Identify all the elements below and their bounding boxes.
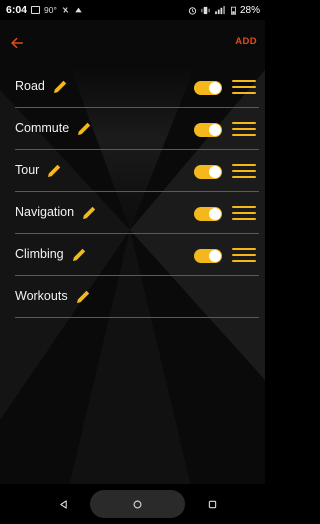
item-label: Navigation xyxy=(15,205,75,220)
drag-line xyxy=(232,164,256,166)
drag-line xyxy=(232,260,256,262)
battery-percent: 28% xyxy=(239,4,260,16)
drag-line xyxy=(232,80,256,82)
list-item-tour: Tour xyxy=(15,150,259,192)
pencil-icon[interactable] xyxy=(45,162,63,180)
circle-home-icon xyxy=(133,500,141,508)
item-label: Road xyxy=(15,79,45,94)
triangle-back-icon xyxy=(59,499,67,509)
drag-line xyxy=(232,254,256,256)
drag-line xyxy=(232,206,256,208)
mail-icon xyxy=(31,6,41,14)
pencil-icon[interactable] xyxy=(74,288,92,306)
pencil-icon[interactable] xyxy=(51,78,69,96)
status-right: 28% xyxy=(188,5,260,16)
drag-line xyxy=(232,218,256,220)
enable-toggle[interactable] xyxy=(194,207,222,221)
item-label: Commute xyxy=(15,121,70,136)
category-list: Road Commute Tour Navigation Climbing Wo… xyxy=(15,66,259,318)
drag-line xyxy=(232,176,256,178)
alarm-icon xyxy=(188,6,197,15)
weather-temp: 90° xyxy=(44,5,57,15)
drag-handle-icon[interactable] xyxy=(232,78,256,96)
enable-toggle[interactable] xyxy=(194,249,222,263)
battery-icon xyxy=(230,6,236,15)
toggle-knob xyxy=(209,250,221,262)
item-label: Climbing xyxy=(15,247,64,262)
nav-home-button[interactable] xyxy=(122,492,152,516)
list-item-road: Road xyxy=(15,66,259,108)
add-button[interactable]: ADD xyxy=(235,36,257,50)
cloud-icon xyxy=(75,7,82,13)
status-left: 6:04 90° xyxy=(6,4,83,16)
item-label: Workouts xyxy=(15,289,68,304)
system-nav-bar xyxy=(0,484,265,524)
list-item-navigation: Navigation xyxy=(15,192,259,234)
drag-line xyxy=(232,128,256,130)
app-bar: ADD xyxy=(0,20,265,66)
pencil-icon[interactable] xyxy=(75,120,93,138)
vibrate-icon xyxy=(201,6,210,14)
back-button[interactable] xyxy=(4,30,30,56)
drag-line xyxy=(232,122,256,124)
pencil-icon[interactable] xyxy=(80,204,98,222)
list-item-commute: Commute xyxy=(15,108,259,150)
status-time: 6:04 xyxy=(6,4,28,16)
drag-line xyxy=(232,212,256,214)
drag-handle-icon[interactable] xyxy=(232,162,256,180)
toggle-knob xyxy=(209,82,221,94)
drag-line xyxy=(232,86,256,88)
drag-handle-icon[interactable] xyxy=(232,246,256,264)
list-item-workouts: Workouts xyxy=(15,276,259,318)
toggle-knob xyxy=(209,208,221,220)
drag-line xyxy=(232,134,256,136)
toggle-knob xyxy=(209,166,221,178)
list-item-climbing: Climbing xyxy=(15,234,259,276)
item-label: Tour xyxy=(15,163,40,178)
drag-line xyxy=(232,170,256,172)
drag-handle-icon[interactable] xyxy=(232,204,256,222)
arrow-left-icon xyxy=(11,37,24,49)
drag-line xyxy=(232,92,256,94)
nav-back-button[interactable] xyxy=(48,492,78,516)
enable-toggle[interactable] xyxy=(194,165,222,179)
signal-icon xyxy=(215,5,225,14)
app-screen: 6:04 90° 28% ADD Road Commute Tour Navig… xyxy=(0,0,265,524)
drag-handle-icon[interactable] xyxy=(232,120,256,138)
enable-toggle[interactable] xyxy=(194,81,222,95)
bluetooth-off-icon xyxy=(62,7,69,13)
drag-line xyxy=(232,248,256,250)
enable-toggle[interactable] xyxy=(194,123,222,137)
pencil-icon[interactable] xyxy=(70,246,88,264)
status-bar: 6:04 90° 28% xyxy=(0,0,265,20)
nav-recents-button[interactable] xyxy=(197,492,227,516)
toggle-knob xyxy=(209,124,221,136)
square-recents-icon xyxy=(208,500,216,508)
